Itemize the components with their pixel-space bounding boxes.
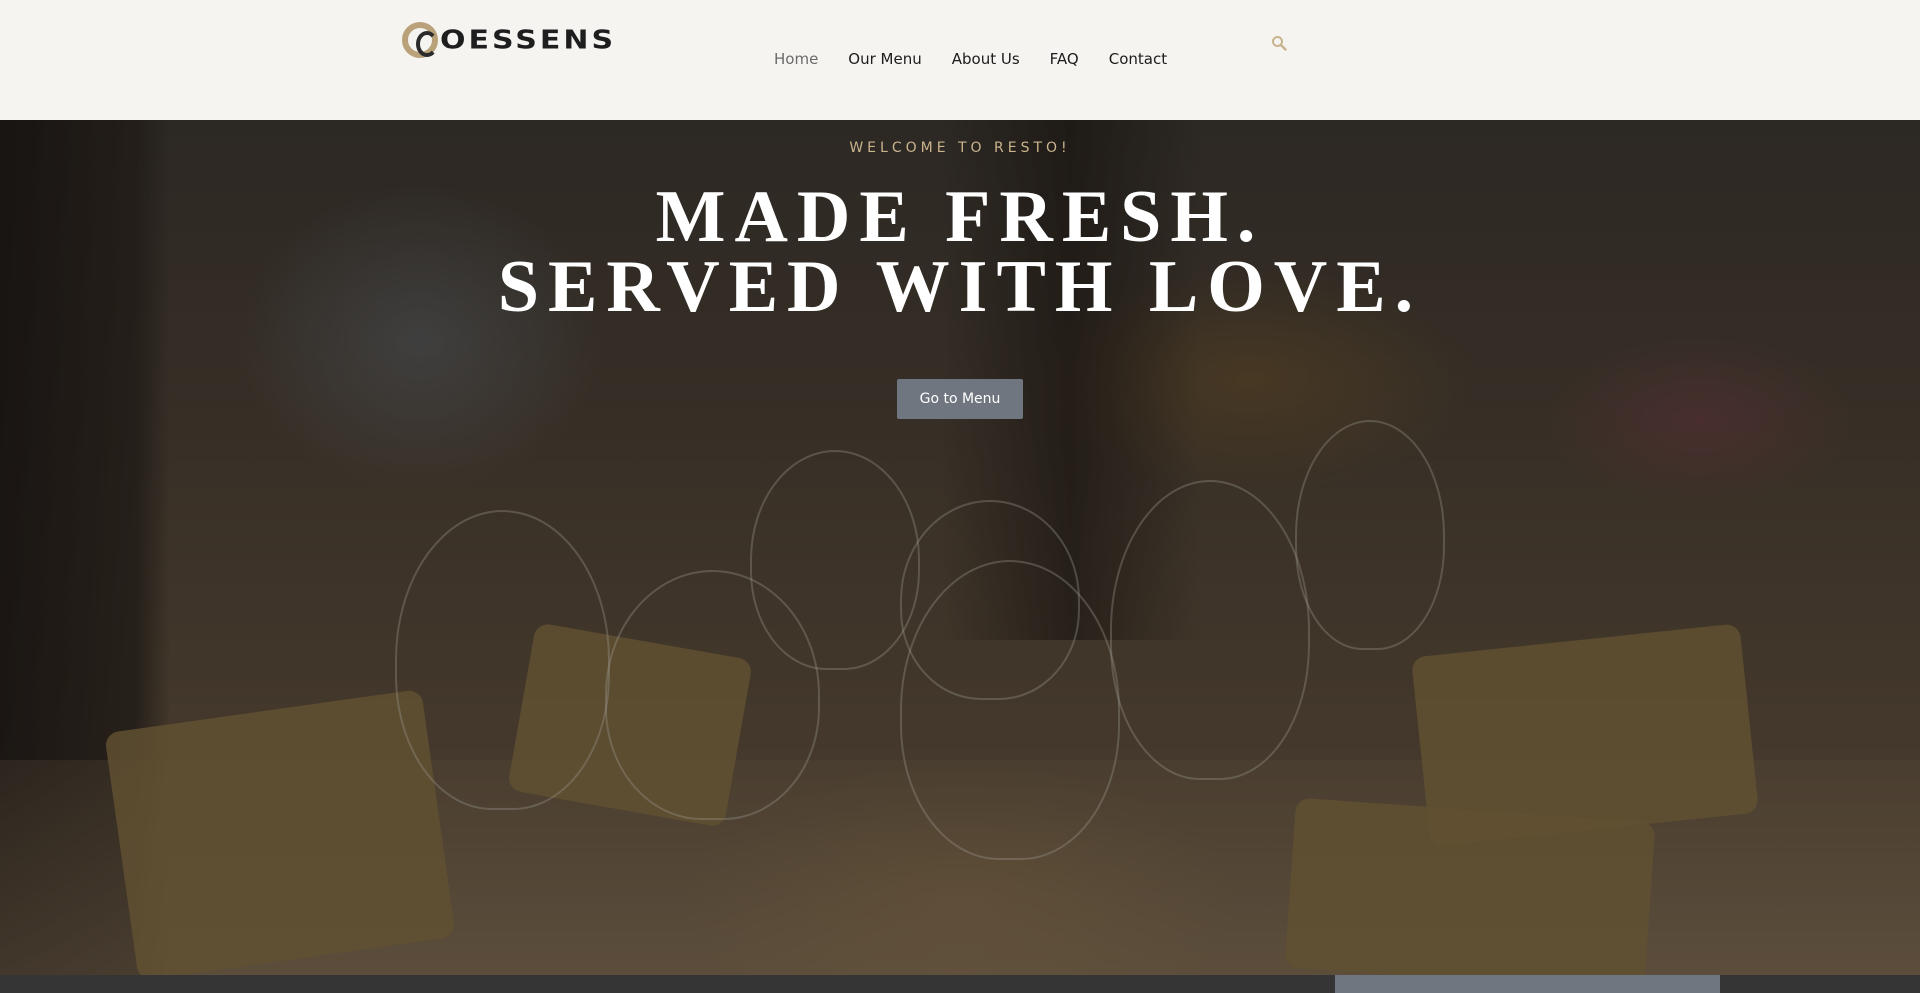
nav-item-faq[interactable]: FAQ — [1050, 50, 1079, 68]
hero-eyebrow: WELCOME TO RESTO! — [849, 140, 1071, 156]
footer-strip — [1720, 975, 1920, 993]
hero-headline: MADE FRESH. SERVED WITH LOVE. — [0, 176, 1920, 328]
footer-strip — [0, 975, 1335, 993]
nav-item-home[interactable]: Home — [774, 50, 818, 68]
brand-logo[interactable]: OESSENS — [402, 22, 616, 58]
main-nav: Home Our Menu About Us FAQ Contact — [774, 50, 1167, 68]
hero-headline-line2: SERVED WITH LOVE. — [497, 246, 1423, 328]
nav-item-contact[interactable]: Contact — [1109, 50, 1167, 68]
nav-item-our-menu[interactable]: Our Menu — [848, 50, 921, 68]
logo-mark — [402, 22, 438, 58]
hero-headline-line1: MADE FRESH. — [655, 176, 1265, 258]
site-header: OESSENS Home Our Menu About Us FAQ Conta… — [0, 0, 1920, 120]
search-icon[interactable] — [1271, 35, 1287, 51]
brand-name: OESSENS — [440, 25, 617, 55]
nav-item-about-us[interactable]: About Us — [952, 50, 1020, 68]
go-to-menu-button[interactable]: Go to Menu — [897, 379, 1023, 419]
footer-strip-accent — [1335, 975, 1720, 993]
